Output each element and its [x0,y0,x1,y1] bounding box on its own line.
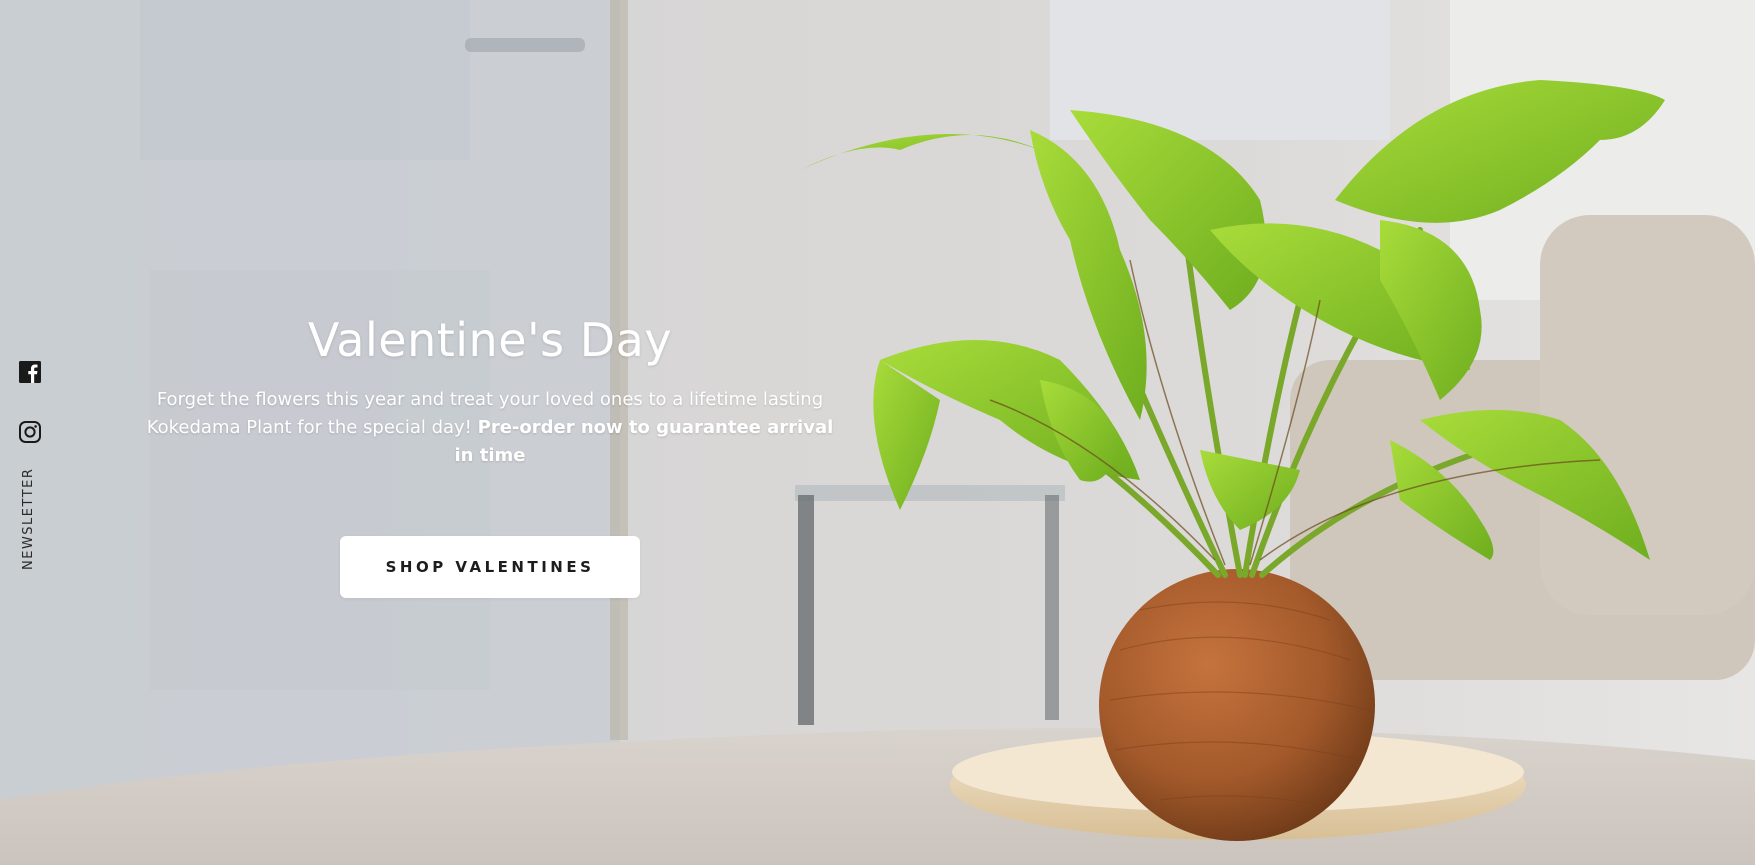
instagram-icon[interactable] [18,420,42,444]
hero-description: Forget the flowers this year and treat y… [140,386,840,470]
shop-valentines-button[interactable]: SHOP VALENTINES [340,536,640,598]
hero-banner: NEWSLETTER Valentine's Day Forget the fl… [0,0,1755,865]
hero-description-highlight: Pre-order now to guarantee arrival in ti… [454,417,834,466]
hero-title: Valentine's Day [307,313,673,367]
hero-content: Valentine's Day Forget the flowers this … [140,310,840,598]
newsletter-link[interactable]: NEWSLETTER [21,468,36,570]
facebook-icon[interactable] [18,360,42,384]
social-rail: NEWSLETTER [0,350,60,580]
